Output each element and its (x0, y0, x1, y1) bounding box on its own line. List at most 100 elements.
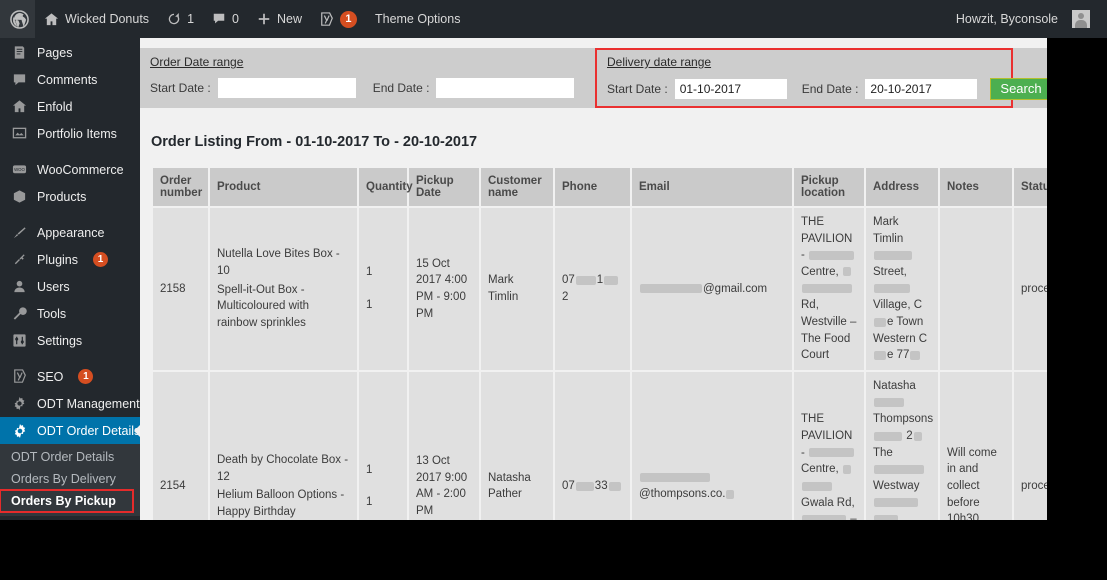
search-button[interactable]: Search (990, 78, 1047, 100)
delivery-end-date-input[interactable] (865, 79, 978, 99)
new-content-menu[interactable]: New (248, 0, 311, 38)
seo-menu[interactable]: 1 (311, 0, 366, 38)
order-date-range-group: Order Date range Start Date : End Date : (150, 55, 575, 98)
theme-options-label: Theme Options (374, 12, 461, 26)
cell-email: @gmail.com (632, 208, 792, 371)
sidebar-item-odt-order-details[interactable]: ODT Order Details (0, 417, 140, 444)
sidebar-item-plugins[interactable]: Plugins 1 (0, 246, 140, 273)
sidebar-item-label: Portfolio Items (37, 126, 117, 141)
sidebar-item-appearance[interactable]: Appearance (0, 219, 140, 246)
sidebar-item-label: Appearance (37, 225, 105, 240)
cell-pickup-location: THE PAVILION - Centre, Rd, Westville – T… (794, 208, 864, 371)
sidebar-item-comments[interactable]: Comments (0, 66, 140, 93)
plugins-update-badge: 1 (93, 252, 108, 267)
column-header-status[interactable]: Status (1014, 168, 1047, 206)
quantity-line: 1 (366, 266, 373, 279)
sidebar-divider (0, 354, 140, 363)
theme-options-menu[interactable]: Theme Options (366, 0, 469, 38)
column-header-pickup-location[interactable]: Pickup location (794, 168, 864, 206)
gear-icon (11, 422, 28, 439)
portfolio-icon (11, 125, 28, 142)
sidebar-item-odt-management[interactable]: ODT Management (0, 390, 140, 417)
sidebar-item-seo[interactable]: SEO 1 (0, 363, 140, 390)
cell-status: processing (1014, 208, 1047, 371)
sidebar-subitem-odt-order-details[interactable]: ODT Order Details (0, 446, 140, 468)
sidebar-subitem-label: Orders By Pickup (11, 494, 116, 508)
column-header-notes[interactable]: Notes (940, 168, 1012, 206)
account-menu[interactable]: Howzit, Byconsole (947, 0, 1099, 38)
wordpress-logo-glyph (10, 9, 29, 29)
order-start-date-input[interactable] (217, 78, 356, 98)
table-header-row: Order number Product Quantity Pickup Dat… (153, 168, 1047, 206)
wordpress-logo-icon[interactable] (0, 0, 35, 38)
sidebar-item-enfold[interactable]: Enfold (0, 93, 140, 120)
column-header-email[interactable]: Email (632, 168, 792, 206)
updates-count: 1 (187, 12, 195, 26)
delivery-start-date-label: Start Date : (607, 82, 668, 96)
cell-notes (940, 208, 1012, 371)
cell-product: Nutella Love Bites Box - 10 Spell-it-Out… (210, 208, 357, 371)
sidebar-subitem-orders-by-pickup[interactable]: Orders By Pickup (0, 489, 134, 513)
sidebar-item-products[interactable]: Products (0, 183, 140, 210)
sidebar-item-label: Comments (37, 72, 98, 87)
plus-icon (257, 12, 271, 26)
yoast-seo-icon (320, 11, 334, 27)
appearance-brush-icon (11, 224, 28, 241)
sidebar-item-users[interactable]: Users (0, 273, 140, 300)
cell-order-number: 2158 (153, 208, 208, 371)
avatar (1072, 10, 1090, 28)
sidebar-submenu: ODT Order Details Orders By Delivery Ord… (0, 444, 140, 516)
filter-bar: Order Date range Start Date : End Date :… (140, 48, 1047, 108)
site-name-label: Wicked Donuts (65, 12, 150, 26)
tools-wrench-icon (11, 305, 28, 322)
product-line: Nutella Love Bites Box - 10 (217, 248, 340, 278)
sidebar-item-woocommerce[interactable]: WOO WooCommerce (0, 156, 140, 183)
sidebar-divider (0, 147, 140, 156)
updates-menu[interactable]: 1 (158, 0, 203, 38)
column-header-customer-name[interactable]: Customer name (481, 168, 553, 206)
quantity-line: 1 (366, 299, 373, 312)
cell-quantity: 1 1 (359, 208, 407, 371)
comments-icon (11, 71, 28, 88)
sidebar-item-pages[interactable]: Pages (0, 39, 140, 66)
cell-notes: Will come in and collect before 10h30. (940, 372, 1012, 520)
products-box-icon (11, 188, 28, 205)
plugins-plug-icon (11, 251, 28, 268)
admin-sidebar: Media Pages Comments Enfold Portfolio It (0, 38, 140, 520)
settings-sliders-icon (11, 332, 28, 349)
column-header-product[interactable]: Product (210, 168, 357, 206)
column-header-order-number[interactable]: Order number (153, 168, 208, 206)
sidebar-item-tools[interactable]: Tools (0, 300, 140, 327)
sidebar-subitem-orders-by-delivery[interactable]: Orders By Delivery (0, 468, 140, 490)
sidebar-item-portfolio-items[interactable]: Portfolio Items (0, 120, 140, 147)
order-end-date-input[interactable] (436, 78, 575, 98)
cell-customer-name: Mark Timlin (481, 208, 553, 371)
product-line: Spell-it-Out Box - Multicoloured with ra… (217, 283, 310, 330)
delivery-end-date-label: End Date : (801, 82, 859, 96)
sidebar-item-settings[interactable]: Settings (0, 327, 140, 354)
delivery-start-date-input[interactable] (674, 79, 787, 99)
cell-product: Death by Chocolate Box - 12 Helium Ballo… (210, 372, 357, 520)
cell-customer-name: Natasha Pather (481, 372, 553, 520)
cell-email: @thompsons.co. (632, 372, 792, 520)
seo-yoast-icon (11, 368, 28, 385)
new-label: New (276, 12, 302, 26)
order-end-date-label: End Date : (372, 81, 430, 95)
column-header-quantity[interactable]: Quantity (359, 168, 413, 206)
sidebar-subitem-label: ODT Order Details (11, 450, 115, 464)
table-row[interactable]: 2158 Nutella Love Bites Box - 10 Spell-i… (153, 208, 1047, 371)
table-row[interactable]: 2154 Death by Chocolate Box - 12 Helium … (153, 372, 1047, 520)
sidebar-item-label: Enfold (37, 99, 73, 114)
sidebar-item-label: WooCommerce (37, 162, 124, 177)
site-name-menu[interactable]: Wicked Donuts (35, 0, 158, 38)
comments-menu[interactable]: 0 (203, 0, 248, 38)
order-date-range-title: Order Date range (150, 55, 244, 69)
column-header-address[interactable]: Address (866, 168, 938, 206)
column-header-phone[interactable]: Phone (555, 168, 630, 206)
seo-update-badge: 1 (78, 369, 94, 384)
admin-bar: Wicked Donuts 1 0 New 1 Theme Options Ho… (0, 0, 1107, 38)
product-line: Helium Balloon Options - Happy Birthday (217, 489, 345, 519)
sidebar-item-label: Users (37, 279, 70, 294)
sidebar-divider (0, 210, 140, 219)
column-header-pickup-date[interactable]: Pickup Date (409, 168, 479, 206)
